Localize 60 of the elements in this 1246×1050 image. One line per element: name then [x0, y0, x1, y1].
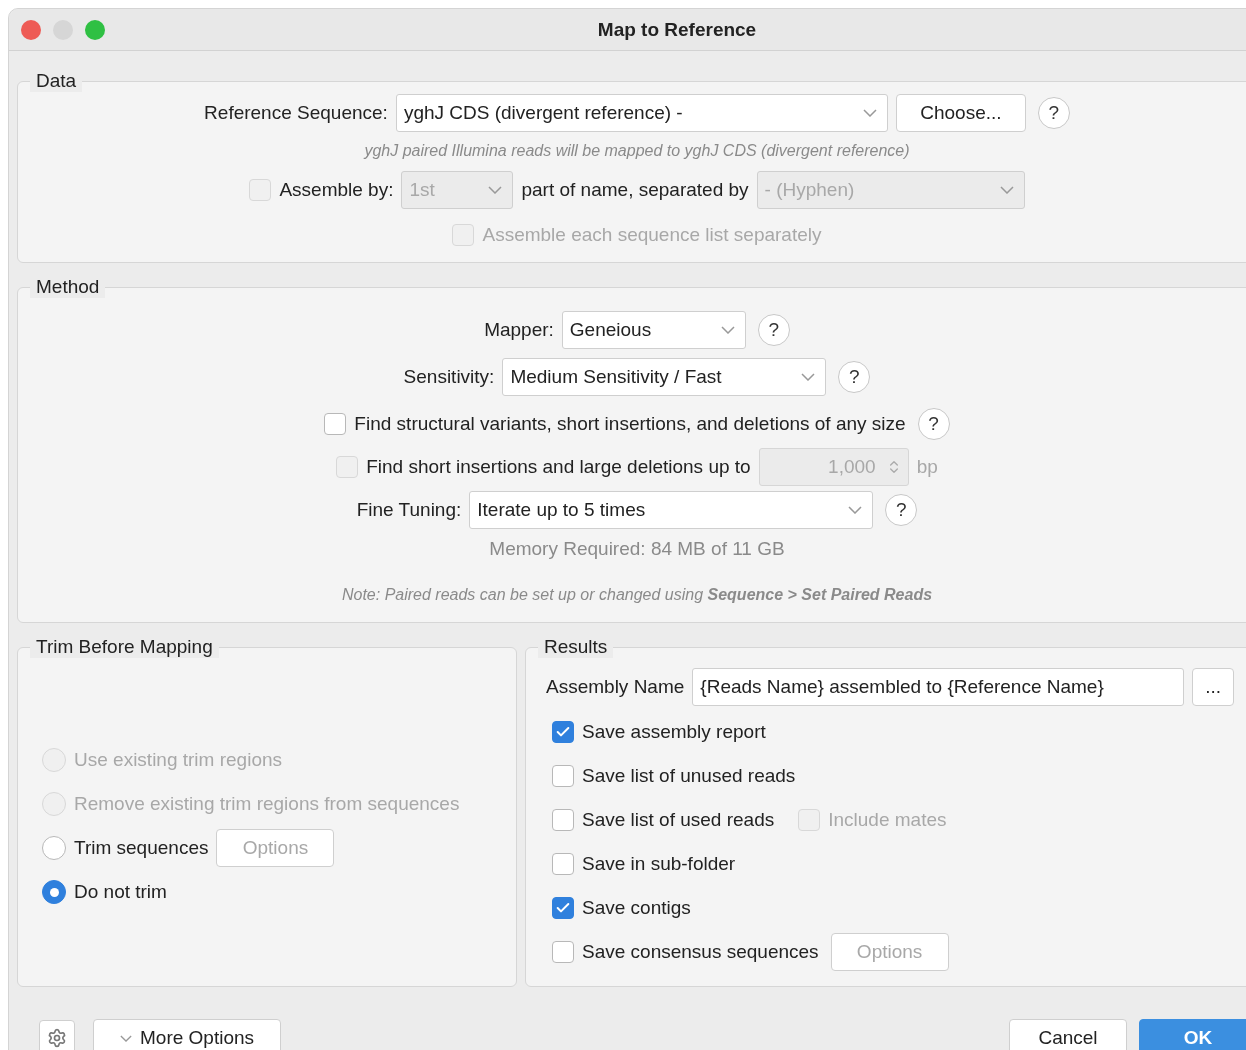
cancel-button[interactable]: Cancel — [1009, 1019, 1127, 1050]
help-button[interactable]: ? — [917, 407, 950, 440]
more-options-button[interactable]: More Options — [93, 1019, 282, 1050]
dropdown[interactable]: Geneious — [561, 310, 746, 349]
paired-reads-note: Note: Paired reads can be set up or changed using Sequence > Set Paired Reads — [341, 585, 933, 604]
chevron-down-icon — [862, 109, 877, 117]
chevron-down-icon — [720, 325, 735, 334]
checkbox[interactable] — [552, 941, 574, 963]
dropdown[interactable]: yghJ CDS (divergent reference) - — [395, 94, 888, 132]
field-label: Sensitivity: — [403, 365, 495, 388]
checkbox[interactable] — [552, 721, 574, 743]
settings-icon — [47, 1028, 67, 1048]
chevron-down-icon — [848, 506, 863, 515]
help-button[interactable]: ? — [1037, 97, 1070, 129]
unit-label: bp — [916, 455, 938, 478]
field-label: Do not trim — [74, 881, 167, 903]
field-label: Remove existing trim regions from sequences — [74, 793, 460, 815]
field-label: Save in sub-folder — [582, 853, 736, 875]
checkbox[interactable] — [552, 897, 574, 919]
chevron-down-icon — [801, 372, 816, 381]
help-button[interactable]: ? — [838, 360, 871, 393]
field-label: Use existing trim regions — [74, 749, 283, 771]
chevron-down-icon — [120, 1034, 132, 1042]
field-label: Save list of unused reads — [582, 765, 796, 787]
field-label: Mapper: — [484, 318, 554, 341]
settings-button[interactable] — [39, 1020, 75, 1050]
radio-button[interactable] — [42, 880, 66, 904]
field-label: Assemble each sequence list separately — [482, 224, 822, 246]
mapping-note: yghJ paired Illumina reads will be mapped to yghJ CDS (divergent reference) — [364, 142, 910, 160]
zoom-button[interactable] — [85, 19, 105, 40]
field-label: Fine Tuning: — [356, 499, 462, 522]
field-label: Save list of used reads — [582, 809, 775, 831]
field-label: Find structural variants, short insertions, and deletions of any size — [354, 412, 906, 435]
dropdown[interactable]: Iterate up to 5 times — [469, 491, 874, 530]
field-label: Save contigs — [582, 897, 691, 919]
close-button[interactable] — [21, 19, 41, 40]
choose-button[interactable]: Choose... — [895, 94, 1026, 132]
field-label: Trim sequences — [74, 837, 209, 859]
window-title: Map to Reference — [596, 18, 758, 41]
help-button[interactable]: ? — [757, 313, 790, 346]
help-button[interactable]: ? — [885, 494, 918, 527]
checkbox[interactable] — [552, 853, 574, 875]
checkbox[interactable] — [552, 765, 574, 787]
radio-button[interactable] — [42, 836, 66, 860]
checkbox[interactable] — [324, 412, 347, 435]
chevron-down-icon — [488, 186, 503, 194]
browse-button[interactable]: ... — [1192, 668, 1234, 706]
dropdown[interactable]: Medium Sensitivity / Fast — [502, 357, 827, 396]
field-label: Include mates — [828, 809, 947, 831]
field-label: Reference Sequence: — [204, 102, 388, 124]
memory-text: Memory Required: 84 MB of 11 GB — [489, 538, 785, 561]
field-label: Assemble by: — [279, 179, 394, 201]
field-label: Assembly Name — [546, 676, 685, 698]
assembly-name-field[interactable]: {Reads Name} assembled to {Reference Name} — [692, 668, 1185, 706]
chevron-down-icon — [999, 186, 1014, 194]
field-label: Save consensus sequences — [582, 941, 819, 963]
field-label: Save assembly report — [582, 721, 766, 743]
checkbox[interactable] — [552, 809, 574, 831]
field-label: part of name, separated by — [521, 179, 749, 201]
field-label: Find short insertions and large deletions up to — [366, 455, 751, 478]
